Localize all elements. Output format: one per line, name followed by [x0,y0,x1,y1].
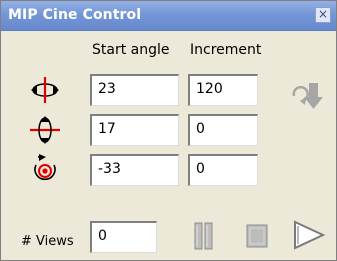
title-bar[interactable]: MIP Cine Control × [1,1,336,31]
increment-header: Increment [190,42,262,58]
start-angle-value-row-3: -33 [98,161,121,177]
start-angle-input-row-1[interactable]: 23 [90,74,179,106]
increment-value-row-3: 0 [196,161,205,177]
views-label: # Views [21,234,74,249]
rotate-horizontal-axis-icon [31,77,59,103]
increment-value-row-2: 0 [196,121,205,137]
close-button[interactable]: × [315,7,331,23]
increment-input-row-1[interactable]: 120 [188,74,258,106]
start-angle-input-row-2[interactable]: 17 [90,114,179,146]
stop-icon[interactable] [246,224,268,248]
views-value: 0 [98,228,107,244]
start-angle-value-row-1: 23 [98,81,116,97]
mip-cine-control-window: MIP Cine Control × Start angle Increment… [0,0,337,261]
views-input[interactable]: 0 [90,221,157,253]
rotate-vertical-axis-icon [30,116,60,144]
pause-icon[interactable] [194,222,214,250]
start-angle-header: Start angle [92,42,170,58]
close-icon: × [317,7,329,21]
increment-input-row-3[interactable]: 0 [188,154,258,186]
rotate-apply-icon[interactable] [290,80,326,112]
rotate-depth-axis-icon [34,154,56,181]
window-title: MIP Cine Control [8,7,142,23]
play-icon[interactable] [292,219,326,251]
start-angle-input-row-3[interactable]: -33 [90,154,179,186]
increment-input-row-2[interactable]: 0 [188,114,258,146]
start-angle-value-row-2: 17 [98,121,116,137]
increment-value-row-1: 120 [196,81,223,97]
